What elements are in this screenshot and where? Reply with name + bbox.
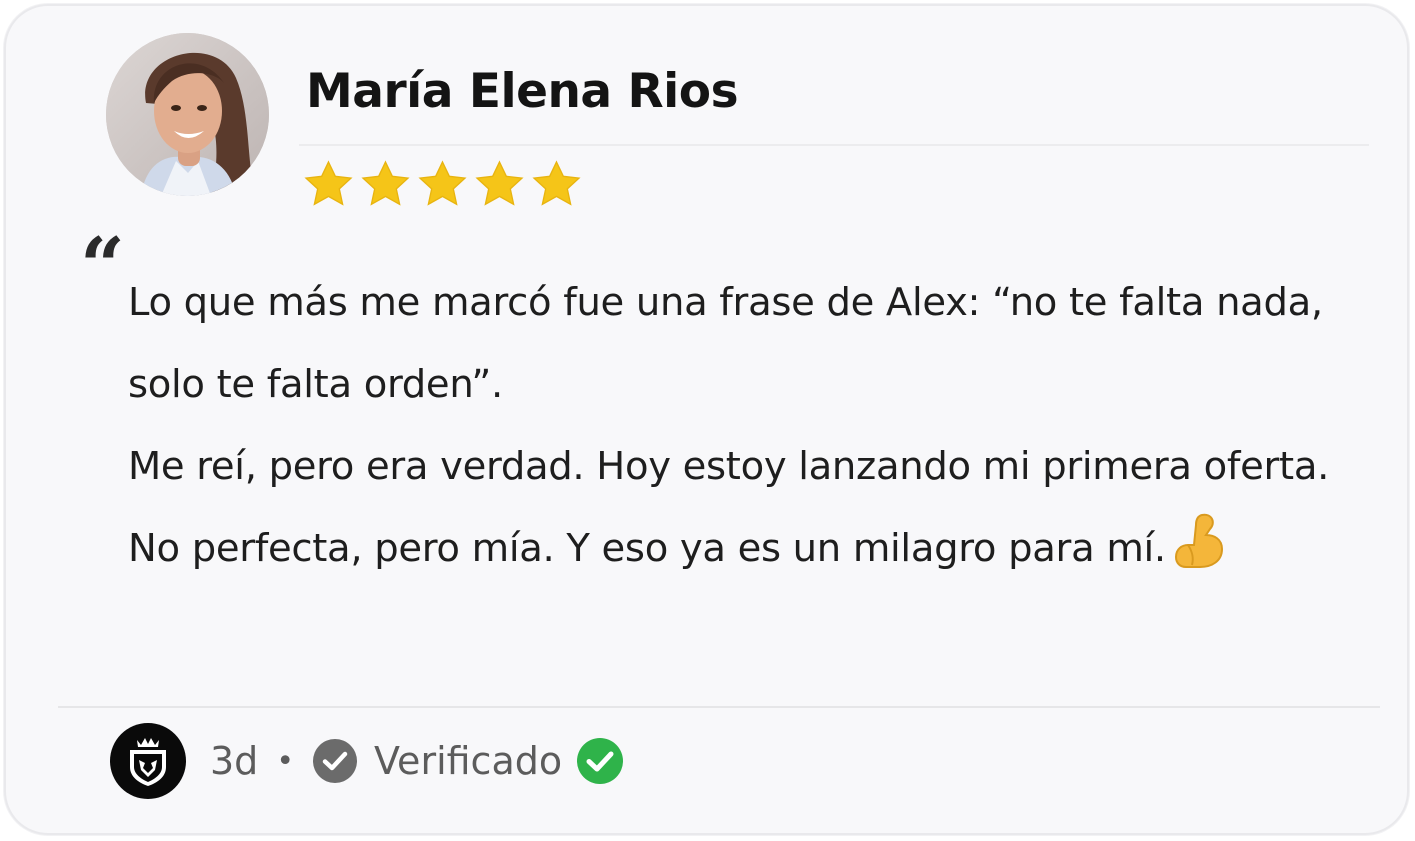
header-divider bbox=[299, 144, 1369, 146]
author-name: María Elena Rios bbox=[306, 64, 739, 119]
check-circle-icon bbox=[313, 739, 358, 783]
star-icon bbox=[304, 160, 353, 206]
star-icon bbox=[475, 160, 524, 206]
star-icon bbox=[361, 160, 410, 206]
lion-shield-logo[interactable] bbox=[110, 723, 186, 799]
review-footer: 3d • Verificado bbox=[110, 723, 624, 799]
star-icon bbox=[532, 160, 581, 206]
verified-label: Verificado bbox=[374, 739, 563, 783]
verified-check-icon bbox=[577, 738, 624, 784]
review-paragraph: Me reí, pero era verdad. Hoy estoy lanza… bbox=[128, 426, 1378, 600]
avatar[interactable] bbox=[106, 33, 269, 196]
separator-dot: • bbox=[276, 743, 295, 779]
review-text: Lo que más me marcó fue una frase de Ale… bbox=[128, 262, 1378, 600]
review-paragraph-text: Me reí, pero era verdad. Hoy estoy lanza… bbox=[128, 444, 1330, 571]
star-icon bbox=[418, 160, 467, 206]
avatar-photo bbox=[106, 33, 269, 196]
footer-divider bbox=[58, 706, 1380, 708]
quote-icon: “ bbox=[80, 221, 125, 312]
flexed-biceps-emoji bbox=[1172, 511, 1228, 600]
star-rating bbox=[302, 158, 583, 211]
review-time: 3d bbox=[210, 739, 259, 783]
review-card: María Elena Rios “ Lo que más me marcó f… bbox=[4, 4, 1409, 835]
review-paragraph: Lo que más me marcó fue una frase de Ale… bbox=[128, 280, 1323, 407]
